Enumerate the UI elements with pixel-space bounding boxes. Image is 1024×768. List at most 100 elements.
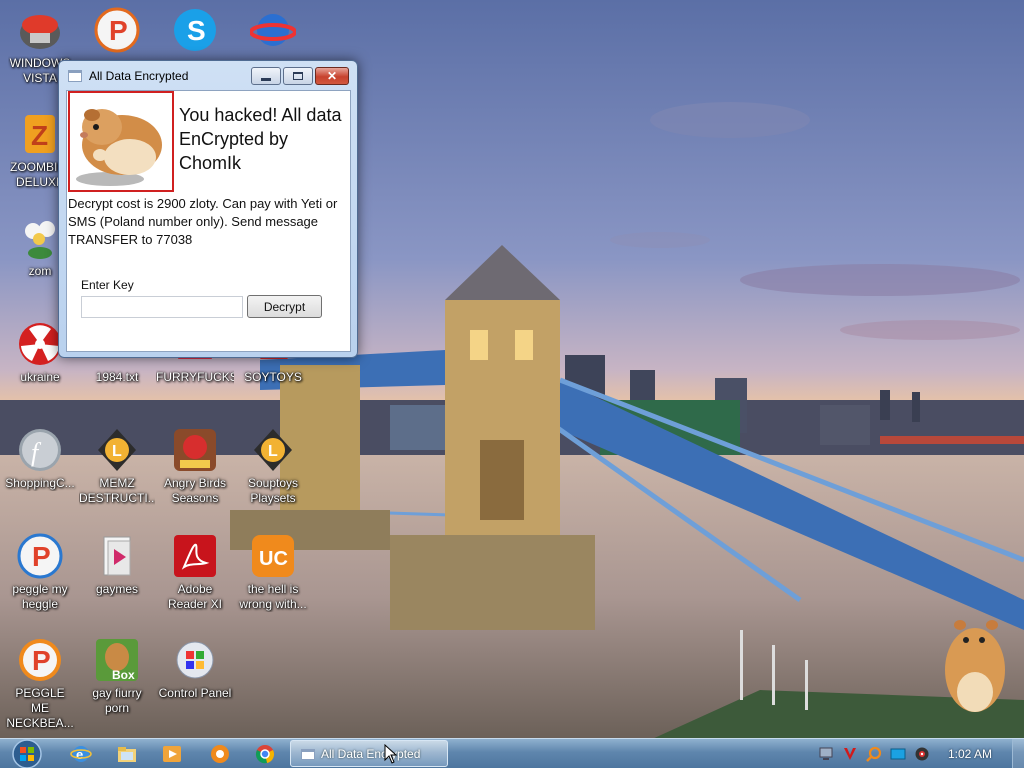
window-icon [301, 749, 315, 760]
speaker-tray-icon[interactable] [914, 746, 930, 762]
network-tray-icon[interactable] [818, 746, 834, 762]
internet-explorer-button[interactable]: e [64, 742, 98, 766]
mouse-cursor-icon [384, 744, 398, 764]
uc-browser-icon [211, 745, 229, 763]
desktop-icon-globe[interactable] [234, 6, 312, 54]
show-desktop-button[interactable] [1012, 739, 1024, 768]
maximize-icon [293, 72, 303, 80]
ransom-dialog: All Data Encrypted ✕ You hacked! All dat… [58, 60, 358, 358]
desktop-icon-label: ukraine [20, 370, 60, 384]
key-label: Enter Key [81, 278, 134, 292]
desktop-icon-label: Adobe Reader XI [167, 582, 223, 611]
taskbar-item-label: All Data Encrypted [321, 747, 421, 761]
desktop-icon-peggle[interactable]: P [78, 6, 156, 54]
desktop-icon-label: MEMZ DESTRUCTI... [79, 476, 155, 505]
dialog-titlebar[interactable]: All Data Encrypted ✕ [59, 61, 357, 91]
globe-icon [249, 6, 297, 54]
desktop-icon-peggle-me[interactable]: P PEGGLE ME NECKBEA... [1, 636, 79, 731]
window-icon [68, 70, 82, 82]
close-icon: ✕ [326, 69, 338, 83]
svg-text:S: S [187, 15, 206, 46]
control-panel-icon [171, 636, 219, 684]
desktop-icon-label: 1984.txt [95, 370, 139, 384]
desktop-icon-uc-browser[interactable]: UC the hell is wrong with... [234, 532, 312, 612]
angry-birds-icon [171, 426, 219, 474]
desktop-icon-shoppingc[interactable]: f ShoppingC... [1, 426, 79, 491]
svg-text:L: L [112, 443, 122, 460]
media-folder-icon [93, 532, 141, 580]
search-tray-icon[interactable] [866, 746, 882, 762]
taskbar-clock[interactable]: 1:02 AM [948, 747, 992, 761]
close-button[interactable]: ✕ [315, 67, 349, 85]
taskbar: e All Data Encrypted 1:02 AM [0, 738, 1024, 768]
antivirus-tray-icon[interactable] [842, 746, 858, 762]
chrome-icon [255, 745, 275, 764]
desktop-icon-adobe-reader[interactable]: Adobe Reader XI [156, 532, 234, 612]
desktop-icon-gaymes[interactable]: gaymes [78, 532, 156, 597]
desktop-icon-memz[interactable]: L MEMZ DESTRUCTI... [78, 426, 156, 506]
desktop-icon-skype[interactable]: S [156, 6, 234, 54]
desktop-icon-label: Control Panel [158, 686, 232, 700]
desktop-icon-angry-birds[interactable]: Angry Birds Seasons [156, 426, 234, 506]
windows-vista-icon [16, 6, 64, 54]
search-icon [866, 746, 882, 762]
desktop-icon-label: gay fiurry porn [92, 686, 142, 715]
svg-text:Box: Box [112, 668, 135, 682]
speaker-icon [915, 747, 929, 761]
svg-text:P: P [109, 15, 128, 46]
peggle-icon: P [16, 532, 64, 580]
hamster-image [68, 91, 174, 192]
media-player-button[interactable] [155, 742, 189, 766]
decrypt-button[interactable]: Decrypt [247, 295, 322, 318]
ransom-headline: You hacked! All data EnCrypted by ChomIk [179, 105, 342, 173]
file-explorer-button[interactable] [110, 742, 144, 766]
desktop-icon-souptoys[interactable]: L Souptoys Playsets [234, 426, 312, 506]
internet-explorer-icon: e [70, 746, 92, 762]
peggle-icon: P [16, 636, 64, 684]
maximize-button[interactable] [283, 67, 313, 85]
svg-text:L: L [268, 443, 278, 460]
antivirus-icon [844, 748, 856, 760]
display-tray-icon[interactable] [890, 746, 906, 762]
svg-text:Z: Z [31, 120, 48, 151]
minimize-button[interactable] [251, 67, 281, 85]
desktop-icon-label: the hell is wrong with... [239, 582, 307, 611]
uc-browser-button[interactable] [203, 742, 237, 766]
clock-app-icon: L [93, 426, 141, 474]
desktop-icon-label: ShoppingC... [5, 476, 75, 490]
desktop-icon-label: SOYTOYS [244, 370, 302, 384]
dialog-title: All Data Encrypted [89, 69, 189, 83]
zoombinis-icon: Z [16, 110, 64, 158]
svg-text:UC: UC [259, 548, 288, 570]
desktop-icon-peggle-my-heggle[interactable]: P peggle my heggle [1, 532, 79, 612]
key-input[interactable] [81, 296, 243, 318]
media-player-icon [163, 746, 181, 762]
plant-icon [16, 214, 64, 262]
dialog-body: You hacked! All data EnCrypted by ChomIk… [66, 90, 351, 352]
network-icon [819, 747, 833, 760]
clock-app-icon: L [249, 426, 297, 474]
desktop-icon-label: FURRYFUCKS [156, 370, 234, 384]
file-explorer-icon [118, 747, 136, 762]
desktop-icon-label: PEGGLE ME NECKBEA... [6, 686, 74, 730]
desktop-icon-label: Souptoys Playsets [247, 476, 299, 505]
desktop-icon-box[interactable]: Box gay fiurry porn [78, 636, 156, 716]
display-icon [890, 748, 906, 760]
svg-text:P: P [32, 541, 51, 572]
desktop-icon-label: gaymes [95, 582, 139, 596]
flash-icon: f [16, 426, 64, 474]
start-button[interactable] [8, 739, 46, 768]
desktop-icon-label: peggle my heggle [12, 582, 68, 611]
uc-browser-icon: UC [249, 532, 297, 580]
taskbar-item-all-data-encrypted[interactable]: All Data Encrypted [290, 740, 448, 767]
radiation-icon [16, 320, 64, 368]
desktop-icon-control-panel[interactable]: Control Panel [156, 636, 234, 701]
minimize-icon [261, 77, 271, 81]
ransom-message: Decrypt cost is 2900 zloty. Can pay with… [68, 196, 338, 247]
windows-logo-icon [12, 739, 42, 768]
chrome-button[interactable] [248, 742, 282, 766]
desktop-icon-label: Angry Birds Seasons [163, 476, 227, 505]
skype-icon: S [171, 6, 219, 54]
hamster-box-icon: Box [93, 636, 141, 684]
adobe-reader-icon [171, 532, 219, 580]
